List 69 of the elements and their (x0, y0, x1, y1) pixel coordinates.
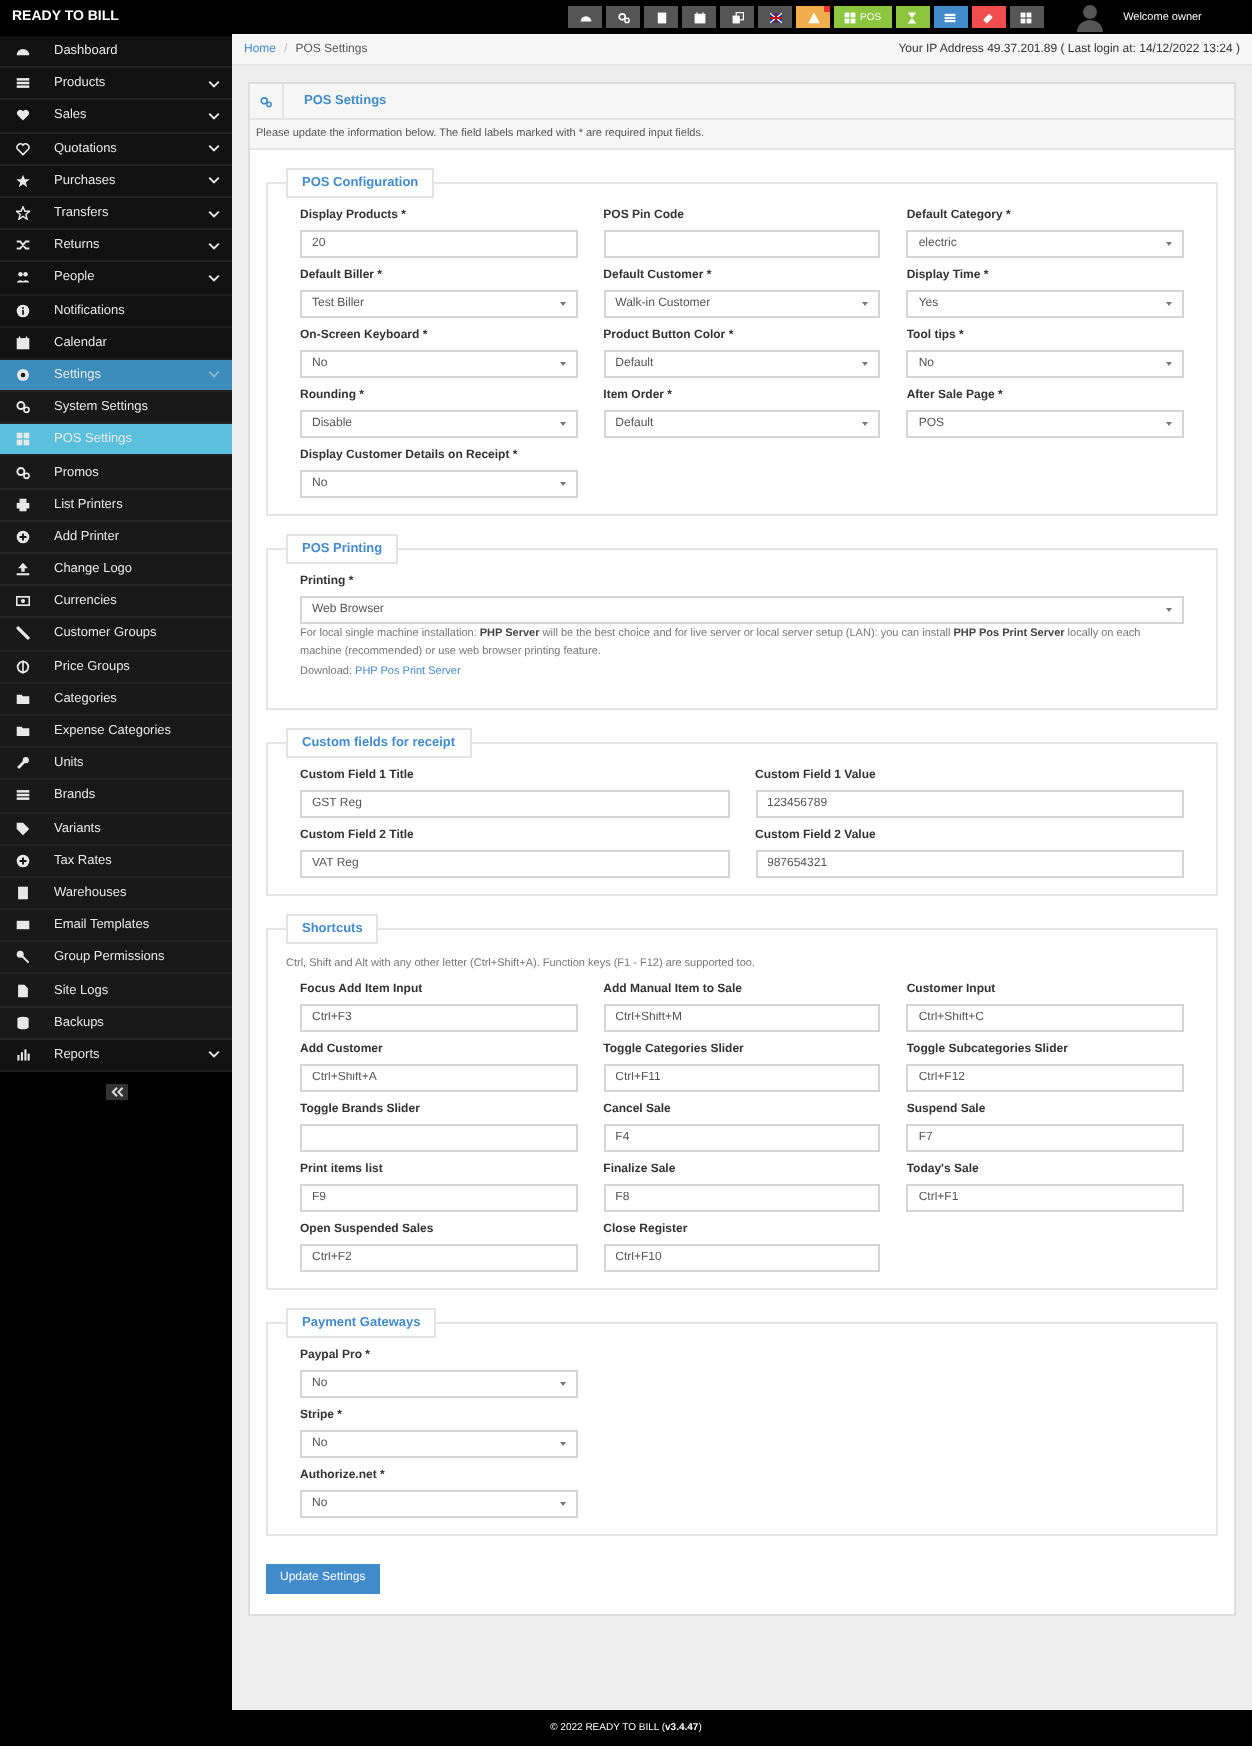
grid-icon (1020, 11, 1033, 23)
toolbar-button[interactable] (644, 6, 678, 28)
toolbar-button[interactable] (720, 6, 754, 28)
collapse-button[interactable] (105, 1084, 127, 1100)
star-icon (16, 173, 30, 188)
grid-icon (16, 432, 30, 447)
toolbar-button[interactable] (971, 6, 1006, 28)
star-outline-icon (16, 206, 30, 221)
upload-icon (16, 562, 30, 577)
caret-icon (1166, 362, 1172, 366)
text-field[interactable] (300, 1124, 578, 1152)
caret-icon (559, 302, 566, 306)
caret-icon (559, 1382, 566, 1386)
caret-icon (862, 302, 869, 306)
double-chevron-icon (109, 1086, 123, 1098)
list-icon (944, 11, 957, 23)
printer-icon (16, 497, 30, 512)
plus-circle-icon (16, 529, 30, 544)
warning-icon (807, 11, 819, 23)
tag-icon (16, 821, 30, 836)
people-icon (16, 270, 30, 285)
caret-icon (862, 362, 869, 366)
toolbar-button[interactable] (895, 6, 930, 28)
caret-icon (1166, 242, 1172, 246)
gears-icon (16, 400, 30, 415)
key-icon (16, 950, 30, 965)
caret-icon (1166, 608, 1172, 612)
gauge-icon (579, 11, 591, 23)
gauge-icon (16, 44, 30, 59)
file-icon (16, 983, 30, 998)
gears-icon (16, 465, 30, 480)
caret-icon (1166, 302, 1172, 306)
caret-icon (559, 362, 566, 366)
toolbar-button[interactable] (758, 6, 792, 28)
caret-icon (559, 1502, 566, 1506)
hourglass-icon (906, 11, 919, 23)
toolbar-button[interactable] (606, 6, 640, 28)
list-icon (16, 76, 30, 91)
chart-icon (16, 1047, 30, 1062)
money-icon (16, 594, 30, 609)
gears-icon (260, 95, 272, 107)
calendar-icon (16, 335, 30, 350)
gear-icon (16, 367, 30, 382)
calendar-icon (693, 11, 705, 23)
toolbar-button[interactable] (568, 6, 602, 28)
caret-icon (559, 1442, 566, 1446)
toolbar-button[interactable] (1009, 6, 1044, 28)
user-silhouette-icon (1075, 2, 1104, 32)
list-icon (16, 788, 30, 803)
plus-circle-icon (16, 853, 30, 868)
flag-icon (769, 11, 781, 23)
folder-icon (16, 724, 30, 739)
shuffle-icon (16, 238, 30, 253)
caret-icon (862, 422, 869, 426)
folder-icon (16, 691, 30, 706)
info-icon (16, 303, 30, 318)
wrench-icon (16, 756, 30, 771)
heart-icon (16, 108, 30, 123)
toolbar-button[interactable] (682, 6, 716, 28)
grid-icon (844, 11, 856, 23)
heart-outline-icon (16, 141, 30, 156)
gears-icon (617, 11, 629, 23)
caret-icon (559, 482, 566, 486)
text-field[interactable] (603, 230, 881, 258)
database-icon (16, 1015, 30, 1030)
copy-icon (731, 11, 743, 23)
caret-icon (1166, 422, 1172, 426)
toolbar-button[interactable] (933, 6, 968, 28)
caret-icon (559, 422, 566, 426)
